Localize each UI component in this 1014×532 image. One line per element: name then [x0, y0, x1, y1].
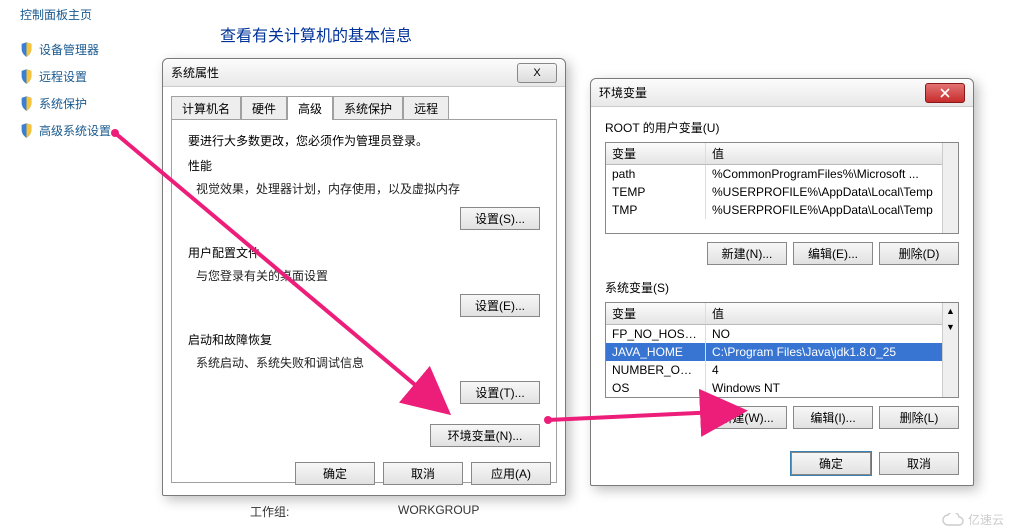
col-variable[interactable]: 变量 [606, 303, 706, 324]
shield-icon [20, 123, 33, 138]
user-new-button[interactable]: 新建(N)... [707, 242, 787, 265]
close-icon [939, 88, 951, 98]
tab-advanced[interactable]: 高级 [287, 96, 333, 120]
scroll-down-icon[interactable]: ▼ [943, 319, 958, 335]
cell-value: %CommonProgramFiles%\Microsoft ... [706, 165, 958, 183]
shield-icon [20, 96, 33, 111]
tab-system-protection[interactable]: 系统保护 [333, 96, 403, 120]
cell-value: C:\Program Files\Java\jdk1.8.0_25 [706, 343, 958, 361]
table-header: 变量 值 [606, 143, 958, 165]
sidebar-system-protection[interactable]: 系统保护 [20, 95, 160, 112]
system-delete-button[interactable]: 删除(L) [879, 406, 959, 429]
table-row[interactable]: OSWindows NT [606, 379, 958, 397]
cancel-button[interactable]: 取消 [383, 462, 463, 485]
environment-variables-dialog: 环境变量 ROOT 的用户变量(U) 变量 值 path%CommonProgr… [590, 78, 974, 486]
cell-variable: TEMP [606, 183, 706, 201]
cell-value: NO [706, 325, 958, 343]
user-delete-button[interactable]: 删除(D) [879, 242, 959, 265]
system-variables-label: 系统变量(S) [605, 279, 959, 296]
cell-value: %USERPROFILE%\AppData\Local\Temp [706, 201, 958, 219]
control-panel-home-link[interactable]: 控制面板主页 [20, 6, 160, 23]
table-row[interactable]: path%CommonProgramFiles%\Microsoft ... [606, 165, 958, 183]
table-header: 变量 值 [606, 303, 958, 325]
sidebar-item-label: 高级系统设置 [39, 122, 111, 139]
table-row[interactable]: TEMP%USERPROFILE%\AppData\Local\Temp [606, 183, 958, 201]
table-row[interactable]: FP_NO_HOST_C...NO [606, 325, 958, 343]
dialog-button-row: 确定 取消 应用(A) [295, 462, 551, 485]
close-button[interactable] [925, 83, 965, 103]
shield-icon [20, 42, 33, 57]
user-variables-table[interactable]: 变量 值 path%CommonProgramFiles%\Microsoft … [605, 142, 959, 234]
table-row[interactable]: TMP%USERPROFILE%\AppData\Local\Temp [606, 201, 958, 219]
tab-remote[interactable]: 远程 [403, 96, 449, 120]
cell-variable: OS [606, 379, 706, 397]
ok-button[interactable]: 确定 [295, 462, 375, 485]
sidebar-advanced-system-settings[interactable]: 高级系统设置 [20, 122, 160, 139]
cell-value: Windows NT [706, 379, 958, 397]
dialog-titlebar: 环境变量 [591, 79, 973, 107]
profile-settings-button[interactable]: 设置(E)... [460, 294, 540, 317]
dialog-title: 系统属性 [171, 59, 219, 87]
page-title: 查看有关计算机的基本信息 [220, 22, 412, 46]
scrollbar[interactable]: ▲ ▼ [942, 303, 958, 397]
col-value[interactable]: 值 [706, 143, 958, 164]
performance-settings-button[interactable]: 设置(S)... [460, 207, 540, 230]
profile-group-title: 用户配置文件 [188, 244, 540, 261]
tab-computer-name[interactable]: 计算机名 [171, 96, 241, 120]
startup-settings-button[interactable]: 设置(T)... [460, 381, 540, 404]
sidebar-item-label: 设备管理器 [39, 41, 99, 58]
tab-row: 计算机名 硬件 高级 系统保护 远程 [163, 87, 565, 119]
control-panel-sidebar: 控制面板主页 设备管理器 远程设置 系统保护 高级系统设置 [20, 6, 160, 149]
cell-variable: path [606, 165, 706, 183]
scrollbar[interactable] [942, 143, 958, 233]
cell-variable: NUMBER_OF_PR... [606, 361, 706, 379]
sidebar-item-label: 远程设置 [39, 68, 87, 85]
user-edit-button[interactable]: 编辑(E)... [793, 242, 873, 265]
scroll-up-icon[interactable]: ▲ [943, 303, 958, 319]
dialog-titlebar: 系统属性 X [163, 59, 565, 87]
sidebar-remote-settings[interactable]: 远程设置 [20, 68, 160, 85]
cell-value: 4 [706, 361, 958, 379]
performance-group-title: 性能 [188, 157, 540, 174]
cloud-icon [942, 513, 964, 527]
cell-variable: FP_NO_HOST_C... [606, 325, 706, 343]
sidebar-item-label: 系统保护 [39, 95, 87, 112]
profile-desc: 与您登录有关的桌面设置 [196, 267, 540, 284]
performance-desc: 视觉效果，处理器计划，内存使用，以及虚拟内存 [196, 180, 540, 197]
startup-desc: 系统启动、系统失败和调试信息 [196, 354, 540, 371]
ok-button[interactable]: 确定 [791, 452, 871, 475]
environment-variables-button[interactable]: 环境变量(N)... [430, 424, 540, 447]
watermark: 亿速云 [942, 511, 1004, 528]
close-button[interactable]: X [517, 63, 557, 83]
system-new-button[interactable]: 新建(W)... [707, 406, 787, 429]
table-row[interactable]: JAVA_HOMEC:\Program Files\Java\jdk1.8.0_… [606, 343, 958, 361]
advanced-tab-panel: 要进行大多数更改，您必须作为管理员登录。 性能 视觉效果，处理器计划，内存使用，… [171, 119, 557, 483]
col-value[interactable]: 值 [706, 303, 958, 324]
system-edit-button[interactable]: 编辑(I)... [793, 406, 873, 429]
apply-button[interactable]: 应用(A) [471, 462, 551, 485]
cell-value: %USERPROFILE%\AppData\Local\Temp [706, 183, 958, 201]
dialog-title: 环境变量 [599, 79, 647, 107]
cell-variable: TMP [606, 201, 706, 219]
startup-group-title: 启动和故障恢复 [188, 331, 540, 348]
user-variables-label: ROOT 的用户变量(U) [605, 119, 959, 136]
shield-icon [20, 69, 33, 84]
sidebar-device-manager[interactable]: 设备管理器 [20, 41, 160, 58]
tab-hardware[interactable]: 硬件 [241, 96, 287, 120]
system-variables-table[interactable]: 变量 值 FP_NO_HOST_C...NOJAVA_HOMEC:\Progra… [605, 302, 959, 398]
col-variable[interactable]: 变量 [606, 143, 706, 164]
workgroup-value: WORKGROUP [398, 503, 479, 517]
cancel-button[interactable]: 取消 [879, 452, 959, 475]
workgroup-label: 工作组: [250, 503, 289, 520]
table-row[interactable]: NUMBER_OF_PR...4 [606, 361, 958, 379]
admin-notice: 要进行大多数更改，您必须作为管理员登录。 [188, 132, 540, 149]
system-properties-dialog: 系统属性 X 计算机名 硬件 高级 系统保护 远程 要进行大多数更改，您必须作为… [162, 58, 566, 496]
cell-variable: JAVA_HOME [606, 343, 706, 361]
